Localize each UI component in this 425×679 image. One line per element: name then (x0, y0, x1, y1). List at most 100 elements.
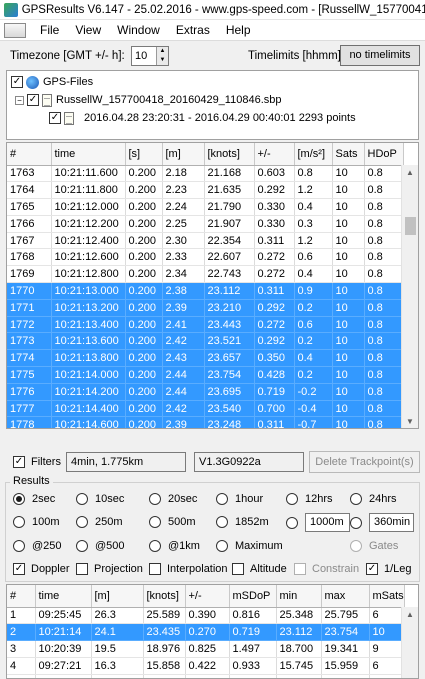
trackpoint-column-header[interactable]: HDoP (364, 143, 404, 166)
filters-version-field[interactable]: V1.3G0922a (194, 452, 304, 472)
option-500m[interactable]: 500m (149, 516, 196, 528)
option-24hrs[interactable]: 24hrs (350, 493, 397, 505)
system-menu-icon[interactable] (4, 22, 26, 38)
scroll-down-icon[interactable]: ▼ (402, 414, 418, 428)
trackpoint-column-header[interactable]: [knots] (204, 143, 255, 166)
1-leg-checkbox[interactable]: ✓ (366, 563, 378, 575)
radio-12hrs[interactable] (286, 493, 298, 505)
option-custom-time[interactable]: 360min (350, 513, 414, 532)
option-10sec[interactable]: 10sec (76, 493, 124, 505)
radio-100m[interactable] (13, 516, 25, 528)
radio-1hour[interactable] (216, 493, 228, 505)
option-gates[interactable]: Gates (350, 540, 398, 552)
tree-track-checkbox[interactable]: ✓ (49, 112, 61, 124)
trackpoint-row[interactable]: 1766 10:21:12.200 0.200 2.25 21.907 0.330 0.3 1… (7, 215, 404, 233)
radio-24hrs[interactable] (350, 493, 362, 505)
menu-help[interactable]: Help (218, 23, 259, 37)
scroll-up-icon[interactable]: ▲ (402, 165, 418, 181)
menu-window[interactable]: Window (109, 23, 168, 37)
option-12hrs[interactable]: 12hrs (286, 493, 333, 505)
tree-file-checkbox[interactable]: ✓ (27, 94, 39, 106)
trackpoint-column-header[interactable]: [m] (162, 143, 205, 166)
option-maximum[interactable]: Maximum (216, 540, 283, 552)
trackpoint-row[interactable]: 1778 10:21:14.600 0.200 2.39 23.248 0.311 -0.7… (7, 416, 404, 428)
trackpoint-column-header[interactable]: Sats (332, 143, 365, 166)
radio-500m[interactable] (149, 516, 161, 528)
option-100m[interactable]: 100m (13, 516, 60, 528)
timezone-value[interactable]: 10 (132, 50, 156, 62)
option-at1km[interactable]: @1km (149, 540, 200, 552)
trackpoint-column-header[interactable]: [m/s²] (294, 143, 333, 166)
radio-gates[interactable] (350, 540, 362, 552)
check-1-leg[interactable]: ✓ 1/Leg (366, 563, 412, 575)
timezone-stepper[interactable]: 10 ▲ ▼ (131, 46, 169, 66)
trackpoint-row[interactable]: 1764 10:21:11.800 0.200 2.23 21.635 0.292 1.2 1… (7, 181, 404, 200)
radio-10sec[interactable] (76, 493, 88, 505)
trackpoint-row[interactable]: 1763 10:21:11.600 0.200 2.18 21.168 0.603 0.8 1… (7, 165, 404, 183)
option-2sec[interactable]: 2sec (13, 493, 55, 505)
menu-view[interactable]: View (67, 23, 109, 37)
result-column-header[interactable]: time (35, 585, 92, 608)
trackpoint-row[interactable]: 1769 10:21:12.800 0.200 2.34 22.743 0.272 0.4 1… (7, 265, 404, 284)
custom-time-field[interactable]: 360min (369, 513, 414, 532)
results-scroll-up-icon[interactable]: ▲ (402, 607, 418, 623)
trackpoint-row[interactable]: 1765 10:21:12.000 0.200 2.24 21.790 0.330 0.4 1… (7, 198, 404, 216)
tree-item-track[interactable]: ✓ 2016.04.28 23:20:31 - 2016.04.29 00:40… (11, 109, 414, 127)
check-projection[interactable]: Projection (76, 563, 143, 575)
interpolation-checkbox[interactable] (149, 563, 161, 575)
check-doppler[interactable]: ✓ Doppler (13, 563, 70, 575)
trackpoint-column-header[interactable]: time (51, 143, 126, 166)
radio-at500[interactable] (76, 540, 88, 552)
result-row[interactable]: 2 10:21:14 24.1 23.435 0.270 0.719 23.112 23.75… (7, 623, 405, 642)
spin-up-icon[interactable]: ▲ (157, 47, 168, 56)
trackpoint-row[interactable]: 1768 10:21:12.600 0.200 2.33 22.607 0.272 0.6 1… (7, 248, 404, 267)
radio-custom-time[interactable] (350, 516, 362, 529)
option-1852m[interactable]: 1852m (216, 516, 269, 528)
menu-extras[interactable]: Extras (168, 23, 218, 37)
result-column-header[interactable]: mSats (369, 585, 405, 608)
spin-down-icon[interactable]: ▼ (157, 56, 168, 65)
trackpoint-row[interactable]: 1771 10:21:13.200 0.200 2.39 23.210 0.292 0.2 1… (7, 299, 404, 317)
check-altitude[interactable]: Altitude (232, 563, 287, 575)
option-at250[interactable]: @250 (13, 540, 62, 552)
check-interpolation[interactable]: Interpolation (149, 563, 228, 575)
trackpoint-row[interactable]: 1773 10:21:13.600 0.200 2.42 23.521 0.292 0.2 1… (7, 332, 404, 351)
option-1hour[interactable]: 1hour (216, 493, 263, 505)
tree-root-checkbox[interactable]: ✓ (11, 76, 23, 88)
timelimits-button[interactable]: no timelimits (340, 45, 420, 66)
option-250m[interactable]: 250m (76, 516, 123, 528)
delete-trackpoints-button[interactable]: Delete Trackpoint(s) (309, 451, 420, 473)
radio-at1km[interactable] (149, 540, 161, 552)
trackpoint-row[interactable]: 1767 10:21:12.400 0.200 2.30 22.354 0.311 1.2 1… (7, 232, 404, 250)
timezone-spin[interactable]: ▲ ▼ (156, 47, 168, 65)
trackpoint-row[interactable]: 1772 10:21:13.400 0.200 2.41 23.443 0.272 0.6 1… (7, 316, 404, 334)
result-column-header[interactable]: # (7, 585, 36, 608)
scroll-thumb[interactable] (405, 217, 416, 235)
results-grid[interactable]: # time [m] [knots] +/- mSDoP min max mSats 1 09:2… (6, 584, 419, 679)
trackpoint-grid[interactable]: # time [s] [m] [knots] +/- [m/s²] Sats HDoP 1763… (6, 142, 419, 429)
filters-summary-field[interactable]: 4min, 1.775km (66, 452, 186, 472)
result-row[interactable]: 4 09:27:21 16.3 15.858 0.422 0.933 15.745 15.95… (7, 657, 405, 675)
constrain-checkbox[interactable] (294, 563, 306, 575)
result-column-header[interactable]: min (276, 585, 322, 608)
trackpoint-row[interactable]: 1770 10:21:13.000 0.200 2.38 23.112 0.311 0.9 1… (7, 282, 404, 300)
radio-at250[interactable] (13, 540, 25, 552)
trackpoint-row[interactable]: 1777 10:21:14.400 0.200 2.42 23.540 0.700 -0.4… (7, 400, 404, 418)
result-row[interactable]: 1 09:25:45 26.3 25.589 0.390 0.816 25.348 25.79… (7, 607, 405, 625)
menu-file[interactable]: File (32, 23, 67, 37)
results-scrollbar[interactable]: ▲ (401, 607, 418, 678)
option-20sec[interactable]: 20sec (149, 493, 197, 505)
radio-1852m[interactable] (216, 516, 228, 528)
result-row[interactable]: 3 10:20:39 19.5 18.976 0.825 1.497 18.700 19.34… (7, 640, 405, 658)
collapse-icon[interactable]: − (15, 95, 24, 105)
result-column-header[interactable]: max (321, 585, 370, 608)
option-custom-distance[interactable]: 1000m (286, 513, 350, 532)
trackpoint-column-header[interactable]: [s] (125, 143, 163, 166)
trackpoint-row[interactable]: 1776 10:21:14.200 0.200 2.44 23.695 0.719 -0.2… (7, 383, 404, 401)
trackpoint-row[interactable]: 1775 10:21:14.000 0.200 2.44 23.754 0.428 0.2 1… (7, 366, 404, 384)
result-column-header[interactable]: +/- (185, 585, 230, 608)
projection-checkbox[interactable] (76, 563, 88, 575)
trackpoint-column-header[interactable]: # (7, 143, 52, 166)
doppler-checkbox[interactable]: ✓ (13, 563, 25, 575)
tree-item-root[interactable]: ✓ GPS-Files (11, 73, 414, 91)
